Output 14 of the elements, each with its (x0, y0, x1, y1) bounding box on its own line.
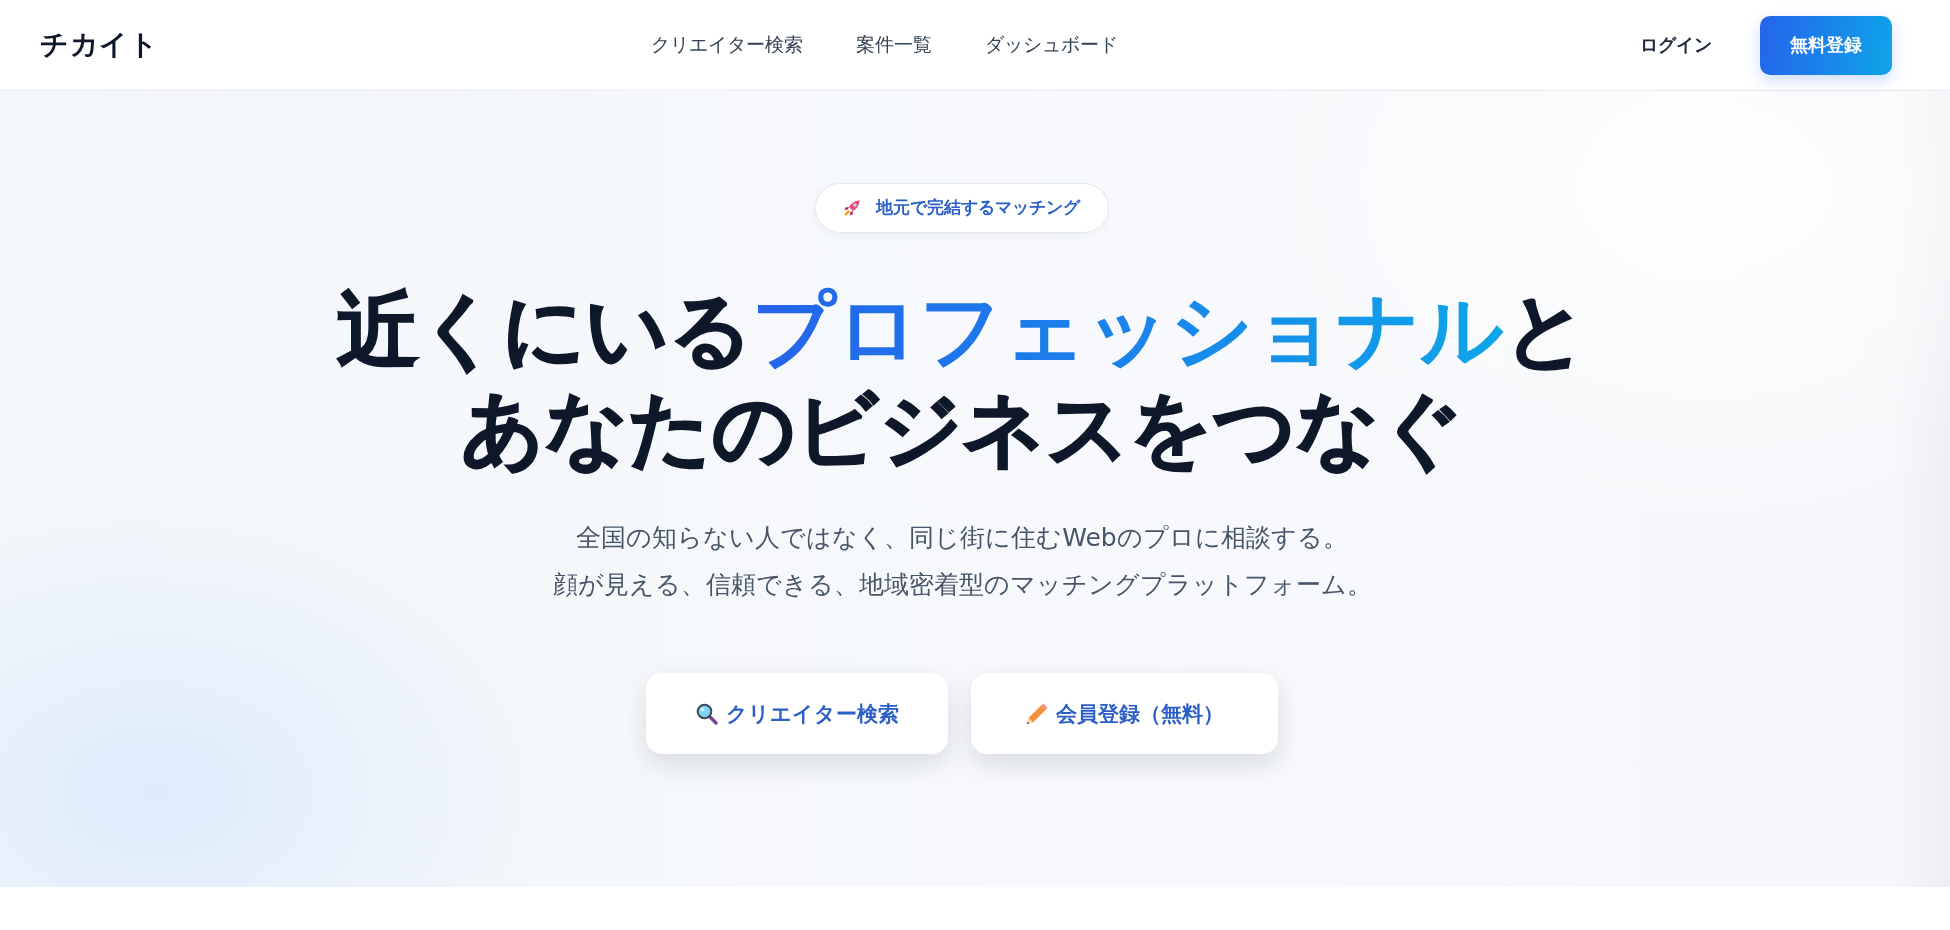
badge-text: 地元で完結するマッチング (876, 197, 1080, 219)
rocket-icon (842, 198, 862, 218)
login-link[interactable]: ログイン (1640, 33, 1712, 57)
nav-link[interactable]: ダッシュボード (984, 32, 1118, 58)
hero-subtitle: 全国の知らない人ではなく、同じ街に住むWebのプロに相談する。 顔が見える、信頼できる、地域密着型のマッチングプラットフォーム。 (552, 522, 1372, 601)
nav-link[interactable]: クリエイター検索 (650, 32, 803, 58)
creator-search-button[interactable]: クリエイター検索 (646, 673, 948, 754)
signup-button[interactable]: 会員登録（無料） (971, 673, 1278, 754)
pencil-icon (1025, 702, 1048, 725)
magnifier-icon (695, 702, 718, 725)
hero-headline: 近くにいるプロフェッショナルと あなたのビジネスをつなぐ (336, 281, 1588, 478)
nav-link[interactable]: 案件一覧 (855, 32, 932, 58)
site-logo[interactable]: チカイト (40, 26, 158, 64)
register-button[interactable]: 無料登録 (1760, 15, 1892, 75)
